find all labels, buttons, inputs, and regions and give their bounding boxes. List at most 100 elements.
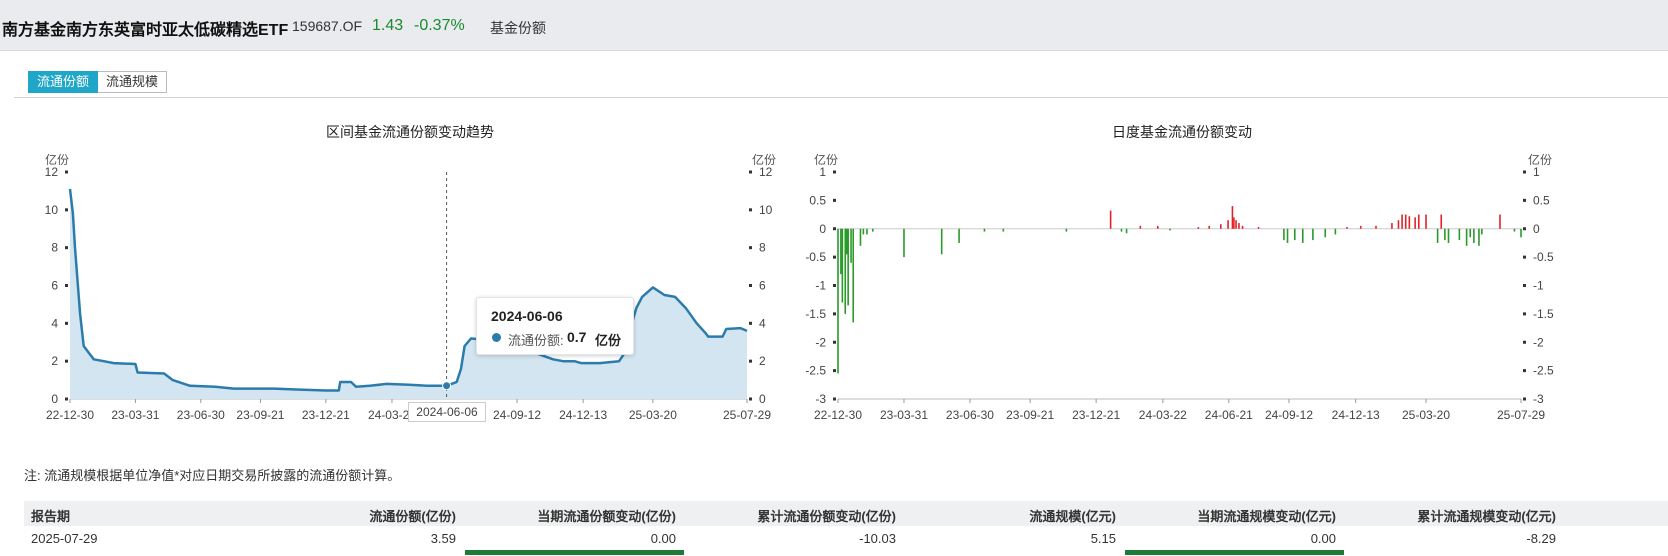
bar-mark xyxy=(1391,223,1393,229)
bar-mark xyxy=(852,228,855,323)
bar-mark xyxy=(1293,228,1296,241)
bar-mark xyxy=(845,228,848,255)
col-header-period-scale-change: 当期流通规模变动(亿元) xyxy=(1197,509,1336,524)
bar-mark xyxy=(1401,214,1403,229)
bar-mark xyxy=(1334,228,1337,235)
y-tick-label-right: 1 xyxy=(1533,165,1540,179)
bar-mark xyxy=(1458,228,1461,241)
x-tick-label: 25-07-29 xyxy=(1497,408,1545,422)
y-tick-label-right: -3 xyxy=(1533,392,1544,406)
bar-mark xyxy=(1417,214,1420,229)
y-tick-label-right: 0.5 xyxy=(1533,193,1550,207)
x-tick-label: 24-06-21 xyxy=(1205,408,1253,422)
bar-mark xyxy=(983,228,986,232)
y-tick-label-left: -2 xyxy=(815,335,826,349)
bar-mark xyxy=(1513,228,1516,232)
table-cell-period-share-change: 0.00 xyxy=(650,531,676,546)
bar-mark xyxy=(1257,227,1260,229)
bar-mark xyxy=(862,228,865,235)
y-tick-label-right: -2.5 xyxy=(1533,364,1554,378)
bar-mark xyxy=(1414,217,1416,229)
y-tick-mark xyxy=(833,312,836,316)
bar-mark xyxy=(1156,225,1159,229)
bar-mark xyxy=(841,228,844,303)
y-tick-label-left: -3 xyxy=(815,392,826,406)
bar-mark xyxy=(1440,214,1443,229)
bar-mark xyxy=(837,228,839,374)
y-tick-mark xyxy=(833,198,836,202)
bar-mark xyxy=(850,228,852,263)
bar-mark xyxy=(1359,225,1362,229)
y-tick-mark xyxy=(1523,170,1526,174)
row-indicator-bar xyxy=(465,550,684,555)
col-header-period-share-change: 当期流通份额变动(亿份) xyxy=(537,509,676,524)
y-tick-mark xyxy=(1523,255,1526,259)
bar-mark xyxy=(1238,223,1240,229)
bar-mark xyxy=(1397,220,1400,229)
table-cell-period-scale-change: 0.00 xyxy=(1310,531,1336,546)
y-tick-mark xyxy=(833,397,836,401)
bar-mark xyxy=(1478,228,1480,246)
row-indicator-bar xyxy=(1125,550,1344,555)
bar-mark xyxy=(844,228,847,314)
col-header-cum-share-change: 累计流通份额变动(亿份) xyxy=(757,509,896,524)
bar-mark xyxy=(1120,228,1123,232)
bar-mark xyxy=(1375,225,1377,229)
y-tick-label-left: -1 xyxy=(815,279,826,293)
bar-mark xyxy=(1301,228,1304,243)
table-cell-cum-scale-change: -8.29 xyxy=(1526,531,1556,546)
x-tick-label: 24-09-12 xyxy=(1265,408,1313,422)
bar-mark xyxy=(1227,220,1229,229)
x-tick-label: 25-03-20 xyxy=(1402,408,1450,422)
y-tick-label-right: -1 xyxy=(1533,279,1544,293)
y-tick-mark xyxy=(833,227,836,231)
table-cell-scale: 5.15 xyxy=(1090,531,1116,546)
bar-mark xyxy=(1444,228,1446,241)
bar-mark xyxy=(903,228,905,258)
x-tick-label: 23-03-31 xyxy=(880,408,928,422)
bar-mark xyxy=(847,228,849,306)
bar-mark xyxy=(1125,228,1128,234)
bar-mark xyxy=(1346,227,1348,229)
bar-mark xyxy=(866,228,868,235)
bar-mark xyxy=(1109,210,1112,229)
bar-mark xyxy=(1465,228,1468,246)
col-header-shares: 流通份额(亿份) xyxy=(369,509,456,524)
y-tick-label-left: -2.5 xyxy=(805,364,826,378)
col-header-period: 报告期 xyxy=(31,509,71,524)
bar-mark xyxy=(1473,228,1475,243)
y-tick-label-left: 0.5 xyxy=(809,193,826,207)
bar-mark xyxy=(1065,228,1068,232)
y-tick-label-right: -2 xyxy=(1533,335,1544,349)
bar-mark xyxy=(1169,228,1171,231)
table-cell-cum-share-change: -10.03 xyxy=(859,531,896,546)
y-tick-label-left: -1.5 xyxy=(805,307,826,321)
y-tick-mark xyxy=(1523,369,1526,373)
y-tick-mark xyxy=(833,369,836,373)
footnote: 注: 流通规模根据单位净值*对应日期交易所披露的流通份额计算。 xyxy=(24,468,401,483)
bar-mark xyxy=(1425,214,1427,229)
bar-mark xyxy=(958,228,960,243)
col-header-scale: 流通规模(亿元) xyxy=(1029,509,1116,524)
bar-mark xyxy=(1197,227,1200,229)
y-tick-label-left: -0.5 xyxy=(805,250,826,264)
x-tick-label: 23-12-21 xyxy=(1072,408,1120,422)
table-cell-shares: 3.59 xyxy=(430,531,456,546)
y-tick-mark xyxy=(833,284,836,287)
bar-mark xyxy=(1447,228,1450,243)
x-tick-label: 22-12-30 xyxy=(814,408,862,422)
table-cell-period: 2025-07-29 xyxy=(31,531,98,546)
bar-mark xyxy=(1481,228,1483,235)
bar-mark xyxy=(1404,214,1407,229)
y-tick-label-left: 1 xyxy=(819,165,826,179)
bar-mark xyxy=(1499,214,1501,229)
bar-mark xyxy=(1241,225,1244,229)
y-tick-mark xyxy=(1523,198,1526,202)
y-tick-mark xyxy=(1523,340,1526,344)
bar-mark xyxy=(1324,228,1327,238)
bar-mark xyxy=(872,228,874,232)
x-tick-label: 23-06-30 xyxy=(946,408,994,422)
y-tick-label-left: 0 xyxy=(819,222,826,236)
right-chart[interactable]: -3 -3 -2.5 -2.5 -2 -2 -1.5 -1.5 -1 -1 -0.5 -0.5 0 0 0.… xyxy=(0,0,1668,450)
bar-mark xyxy=(1286,228,1289,243)
